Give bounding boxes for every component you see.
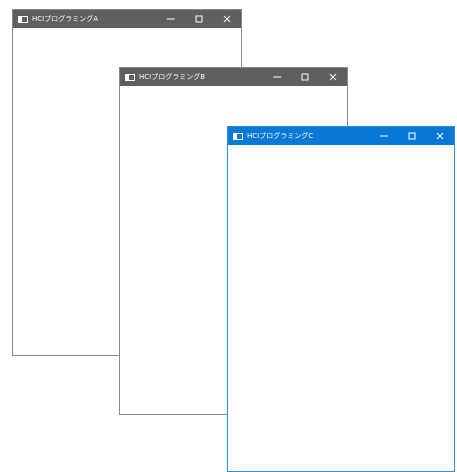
window-title: HCIプログラミングA [32, 15, 99, 23]
close-icon [329, 73, 337, 81]
window-controls [157, 10, 241, 28]
minimize-button[interactable] [370, 127, 398, 145]
window-c[interactable]: HCIプログラミングC [227, 126, 455, 472]
maximize-button[interactable] [398, 127, 426, 145]
window-controls [370, 127, 454, 145]
app-icon [18, 15, 28, 23]
minimize-button[interactable] [157, 10, 185, 28]
window-controls [263, 68, 347, 86]
titlebar[interactable]: HCIプログラミングA [13, 10, 241, 28]
close-button[interactable] [426, 127, 454, 145]
app-icon [125, 73, 135, 81]
close-button[interactable] [319, 68, 347, 86]
minimize-icon [167, 18, 175, 20]
close-button[interactable] [213, 10, 241, 28]
titlebar[interactable]: HCIプログラミングC [228, 127, 454, 145]
close-icon [436, 132, 444, 140]
minimize-icon [273, 76, 281, 78]
titlebar[interactable]: HCIプログラミングB [120, 68, 347, 86]
minimize-button[interactable] [263, 68, 291, 86]
app-icon [233, 132, 243, 140]
maximize-icon [301, 73, 309, 81]
window-title: HCIプログラミングB [139, 73, 206, 81]
maximize-button[interactable] [185, 10, 213, 28]
maximize-button[interactable] [291, 68, 319, 86]
window-title: HCIプログラミングC [247, 132, 314, 140]
close-icon [223, 15, 231, 23]
maximize-icon [408, 132, 416, 140]
maximize-icon [195, 15, 203, 23]
minimize-icon [380, 135, 388, 137]
window-content [228, 145, 454, 471]
